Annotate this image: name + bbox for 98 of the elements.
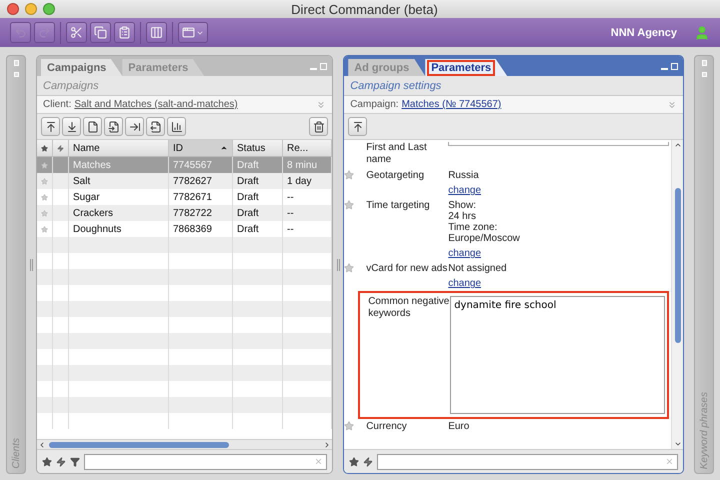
download-button[interactable] (62, 117, 81, 136)
import-button[interactable] (104, 117, 123, 136)
star-icon[interactable] (41, 208, 48, 218)
field-value: 24 hrs (448, 211, 477, 222)
star-icon[interactable] (344, 170, 354, 180)
field-value: Russia (448, 170, 480, 181)
star-icon[interactable] (344, 263, 354, 273)
keywords-field[interactable]: dynamite fire school (450, 296, 665, 414)
star-icon[interactable] (41, 160, 48, 170)
star-icon[interactable] (344, 200, 354, 210)
field-value: Time zone: (448, 222, 498, 233)
sort-icon (220, 144, 228, 152)
change-link[interactable]: change (448, 248, 482, 259)
field-label: Currency (366, 421, 408, 434)
file-icon (86, 120, 98, 132)
horizontal-scrollbar[interactable] (37, 439, 332, 449)
user-icon[interactable] (694, 24, 710, 40)
clear-icon[interactable] (665, 457, 674, 466)
move-in-button[interactable] (125, 117, 144, 136)
bar-chart-icon (170, 120, 182, 132)
file-arrow-icon (108, 120, 120, 132)
context-label: Campaign: (350, 99, 399, 110)
file-arrow-icon (150, 120, 162, 132)
change-link[interactable]: change (448, 278, 482, 289)
field-value: Show: (448, 200, 477, 211)
chart-button[interactable] (167, 117, 186, 136)
star-icon[interactable] (42, 456, 52, 466)
clear-icon[interactable] (314, 457, 324, 466)
copy-button[interactable] (90, 22, 111, 43)
new-file-button[interactable] (83, 117, 102, 136)
bolt-icon[interactable] (57, 144, 64, 152)
field-label: Time targeting (366, 200, 431, 213)
search-field[interactable] (84, 454, 328, 470)
name-field[interactable] (448, 142, 669, 146)
view-button[interactable] (178, 22, 208, 43)
upload-button[interactable] (348, 117, 368, 136)
undo-icon (14, 26, 27, 39)
window-title: Direct Commander (beta) (290, 2, 439, 16)
scroll-up-icon[interactable] (674, 141, 682, 149)
copy-icon (94, 26, 107, 39)
scroll-left-icon[interactable] (38, 440, 46, 448)
minimize-icon[interactable] (25, 3, 37, 15)
panel-tab[interactable]: Parameters (425, 59, 508, 76)
cut-icon (70, 26, 83, 39)
star-icon[interactable] (41, 144, 48, 152)
maximize-icon[interactable] (671, 62, 678, 70)
cut-button[interactable] (66, 22, 87, 43)
paste-icon (118, 26, 131, 39)
field-label: Geotargeting (366, 170, 426, 183)
star-icon[interactable] (41, 192, 48, 202)
trash-icon (312, 120, 325, 132)
panel-subtitle: Campaign settings (344, 76, 683, 96)
filter-icon[interactable] (70, 456, 80, 466)
column-header[interactable]: Status (233, 140, 283, 156)
scroll-down-icon[interactable] (674, 440, 682, 448)
star-icon[interactable] (344, 421, 354, 431)
redo-icon (38, 26, 51, 39)
field-label: Common negative keywords (368, 296, 450, 321)
delete-button[interactable] (309, 117, 328, 136)
upload-icon (352, 120, 364, 132)
upload-button[interactable] (41, 117, 60, 136)
expand-icon[interactable] (667, 100, 677, 110)
upload-icon (44, 120, 56, 132)
field-label: First and Last name (366, 142, 428, 166)
table-row[interactable]: Salt 7782627 Draft 1 day (37, 173, 332, 189)
close-icon[interactable] (7, 3, 19, 15)
column-header[interactable]: ID (169, 140, 233, 156)
columns-icon (150, 26, 163, 39)
restore-icon[interactable] (702, 72, 706, 77)
star-icon[interactable] (41, 176, 48, 186)
download-icon (66, 120, 78, 132)
zoom-icon[interactable] (43, 3, 55, 15)
window-icon (182, 26, 195, 39)
paste-button[interactable] (114, 22, 135, 43)
export-button[interactable] (146, 117, 165, 136)
account-name: NNN Agency (610, 26, 677, 38)
panel-subtitle: Campaigns (37, 76, 332, 96)
field-value: Euro (448, 421, 470, 432)
change-link[interactable]: change (448, 185, 482, 196)
field-value: Not assigned (448, 263, 508, 274)
expand-icon[interactable] (316, 100, 326, 110)
star-icon[interactable] (41, 224, 48, 234)
star-icon[interactable] (349, 456, 360, 466)
client-link[interactable]: Salt and Matches (salt-and-matches) (74, 99, 238, 110)
panel-tab[interactable]: Campaigns (41, 59, 122, 76)
field-value: Europe/Moscow (448, 233, 521, 244)
field-label: vCard for new ads (366, 263, 448, 276)
context-label: Client: (43, 99, 72, 110)
arrow-to-line-icon (128, 120, 140, 132)
restore-icon[interactable] (14, 72, 18, 77)
columns-button[interactable] (146, 22, 167, 43)
campaign-link[interactable]: Matches (№ 7745567) (402, 99, 502, 110)
bolt-icon[interactable] (363, 456, 374, 466)
vertical-scrollbar[interactable] (671, 140, 683, 449)
bolt-icon[interactable] (56, 456, 66, 466)
search-field[interactable] (377, 454, 678, 470)
table-row[interactable]: Crackers 7782722 Draft -- (37, 205, 332, 221)
column-header[interactable]: Re... (283, 140, 332, 156)
